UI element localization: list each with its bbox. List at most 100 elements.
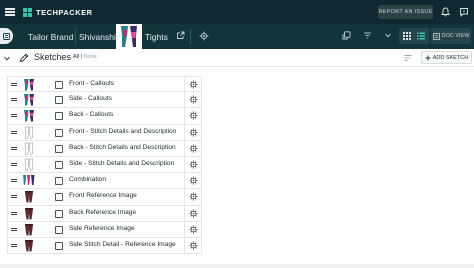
- sketch-settings-button[interactable]: [184, 173, 202, 189]
- report-issue-button[interactable]: REPORT AN ISSUE: [378, 5, 433, 19]
- sketch-settings-button[interactable]: [184, 189, 202, 205]
- sketch-settings-button[interactable]: [184, 156, 202, 173]
- settings-icon[interactable]: [199, 31, 209, 41]
- sketch-label[interactable]: Side - Callouts: [69, 95, 112, 102]
- sketch-thumbnail[interactable]: [22, 142, 36, 155]
- drag-handle-icon[interactable]: [11, 146, 17, 151]
- gear-icon: [189, 112, 198, 120]
- sketch-thumbnail[interactable]: [22, 239, 36, 252]
- sketch-label[interactable]: Combination: [69, 176, 106, 183]
- sketch-settings-button[interactable]: [184, 77, 202, 92]
- drag-handle-icon[interactable]: [11, 195, 17, 199]
- sketch-thumbnail[interactable]: [22, 126, 36, 139]
- sketch-checkbox[interactable]: [55, 209, 63, 218]
- sketch-checkbox[interactable]: [55, 144, 63, 153]
- sketch-row[interactable]: Front - Stitch Details and Description: [7, 124, 202, 141]
- sketch-label[interactable]: Side - Stitch Details and Description: [69, 160, 174, 167]
- breadcrumb-divider: [75, 29, 76, 44]
- gear-icon: [189, 176, 198, 185]
- drag-handle-icon[interactable]: [11, 98, 17, 102]
- drag-handle-icon[interactable]: [11, 211, 17, 216]
- sketch-thumbnail[interactable]: [22, 109, 36, 122]
- sketch-thumbnail[interactable]: [22, 223, 36, 236]
- drag-handle-icon[interactable]: [11, 162, 17, 167]
- side-menu-button[interactable]: [0, 28, 13, 44]
- hamburger-icon[interactable]: [5, 8, 15, 16]
- select-none-link[interactable]: None: [84, 54, 97, 60]
- sketch-checkbox[interactable]: [55, 81, 63, 89]
- sketch-checkbox[interactable]: [55, 160, 63, 169]
- sketch-row[interactable]: Front - Callouts: [7, 76, 202, 93]
- sketch-label[interactable]: Back Reference Image: [69, 209, 136, 216]
- filter-icon[interactable]: [363, 31, 372, 40]
- drag-handle-icon[interactable]: [11, 130, 17, 135]
- sketch-thumbnail[interactable]: [22, 207, 36, 220]
- sketch-thumbnail[interactable]: [22, 93, 36, 106]
- list-view-icon[interactable]: [416, 31, 426, 41]
- sketch-thumbnail[interactable]: [22, 78, 36, 91]
- sketch-thumbnail[interactable]: [22, 158, 36, 171]
- doc-view-button[interactable]: DOC VIEW: [431, 28, 471, 44]
- chevron-down-icon[interactable]: [4, 56, 10, 61]
- drag-handle-icon[interactable]: [11, 227, 17, 232]
- sketch-label[interactable]: Side Stitch Detail - Reference Image: [69, 241, 176, 248]
- sketch-row[interactable]: Side - Stitch Details and Description: [7, 156, 202, 174]
- add-sketch-button[interactable]: ADD SKETCH: [421, 51, 472, 64]
- sketch-label[interactable]: Front - Callouts: [69, 80, 114, 87]
- filter-divider: |: [80, 54, 83, 60]
- sketch-row[interactable]: Back Reference Image: [7, 205, 202, 222]
- select-all-link[interactable]: All: [73, 54, 79, 60]
- view-toggle: [399, 28, 429, 44]
- sketch-settings-button[interactable]: [184, 124, 202, 140]
- sketch-settings-button[interactable]: [184, 140, 202, 156]
- sketch-label[interactable]: Front - Stitch Details and Description: [69, 128, 176, 135]
- breadcrumb-product[interactable]: Tights: [145, 24, 168, 49]
- chevron-down-icon[interactable]: [384, 31, 392, 40]
- grid-view-icon[interactable]: [402, 31, 412, 41]
- sketch-thumbnail[interactable]: [22, 190, 36, 203]
- sketch-row[interactable]: Back - Callouts: [7, 108, 202, 125]
- sketch-checkbox[interactable]: [55, 193, 63, 202]
- bell-icon[interactable]: [441, 7, 450, 17]
- sketch-thumbnail[interactable]: [22, 174, 36, 187]
- sketch-settings-button[interactable]: [184, 205, 202, 221]
- product-bar: Tailor Brand Shivanshi Tights DOC VIEW: [0, 24, 474, 49]
- sketch-row[interactable]: Side Stitch Detail - Reference Image: [7, 237, 202, 255]
- sketch-row[interactable]: Combination: [7, 173, 202, 190]
- drag-handle-icon[interactable]: [11, 83, 17, 87]
- sketch-row[interactable]: Front Reference Image: [7, 189, 202, 206]
- logo-icon: [23, 7, 32, 17]
- sketch-row[interactable]: Side Reference Image: [7, 221, 202, 238]
- drag-handle-icon[interactable]: [11, 114, 17, 118]
- external-link-icon[interactable]: [176, 31, 185, 40]
- product-thumbnail[interactable]: [116, 24, 142, 49]
- sketch-checkbox[interactable]: [55, 112, 63, 121]
- breadcrumb-collection[interactable]: Shivanshi: [79, 24, 116, 49]
- sketch-checkbox[interactable]: [55, 96, 63, 105]
- sort-icon[interactable]: [404, 54, 412, 62]
- sketch-settings-button[interactable]: [184, 108, 202, 124]
- sketch-row[interactable]: Side - Callouts: [7, 92, 202, 109]
- breadcrumb-brand[interactable]: Tailor Brand: [28, 24, 73, 49]
- chat-icon[interactable]: [459, 7, 469, 17]
- sketch-settings-button[interactable]: [184, 92, 202, 108]
- sketch-checkbox[interactable]: [55, 225, 63, 234]
- toolbar-divider: [190, 29, 191, 44]
- sketch-label[interactable]: Back - Callouts: [69, 111, 113, 118]
- drag-handle-icon[interactable]: [11, 243, 17, 248]
- sketch-label[interactable]: Front Reference Image: [69, 192, 137, 199]
- sketch-settings-button[interactable]: [184, 221, 202, 237]
- sketch-label[interactable]: Side Reference Image: [69, 225, 135, 232]
- sketch-checkbox[interactable]: [55, 177, 63, 186]
- copy-icon[interactable]: [342, 31, 351, 40]
- gear-icon: [189, 160, 198, 169]
- gear-icon: [189, 241, 198, 250]
- sketch-settings-button[interactable]: [184, 237, 202, 254]
- sketch-row[interactable]: Back - Stitch Details and Description: [7, 140, 202, 157]
- gear-icon: [189, 192, 198, 201]
- sketch-label[interactable]: Back - Stitch Details and Description: [69, 144, 176, 151]
- sketch-checkbox[interactable]: [55, 128, 63, 137]
- drag-handle-icon[interactable]: [11, 179, 17, 183]
- app-logo[interactable]: TECHPACKER: [23, 7, 93, 17]
- sketch-checkbox[interactable]: [55, 241, 63, 250]
